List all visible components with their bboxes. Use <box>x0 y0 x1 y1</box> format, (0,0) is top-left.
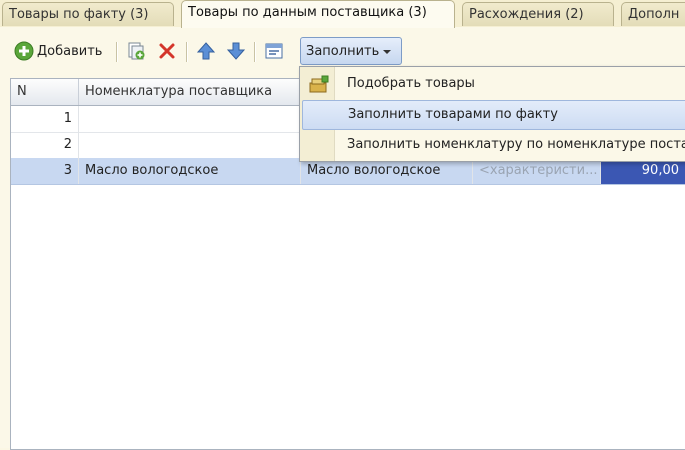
tab-label: Товары по данным поставщика (3) <box>188 5 427 20</box>
tab-label: Товары по факту (3) <box>9 7 149 22</box>
tab-goods-actual[interactable]: Товары по факту (3) <box>2 2 174 26</box>
menu-item-fill-by-nomenclature[interactable]: Заполнить номенклатуру по номенклатуре п… <box>300 130 685 160</box>
tab-goods-supplier[interactable]: Товары по данным поставщика (3) <box>181 0 455 28</box>
move-down-button[interactable] <box>226 39 246 63</box>
tab-label: Расхождения (2) <box>469 7 584 22</box>
column-header-supplier-item[interactable]: Номенклатура поставщика <box>79 79 301 105</box>
add-button[interactable]: Добавить <box>14 39 102 63</box>
column-header-n[interactable]: N <box>11 79 79 105</box>
menu-item-fill-actual[interactable]: Заполнить товарами по факту <box>302 100 685 130</box>
supplier-item-cell[interactable] <box>79 106 301 132</box>
list-settings-icon <box>265 43 283 59</box>
tab-bar: Товары по факту (3) Товары по данным пос… <box>0 0 685 28</box>
fill-dropdown-button[interactable]: Заполнить <box>300 37 402 65</box>
delete-button[interactable] <box>158 39 176 63</box>
menu-item-pick-goods[interactable]: Подобрать товары <box>300 69 685 99</box>
pick-goods-icon <box>309 75 329 93</box>
menu-item-label: Заполнить номенклатуру по номенклатуре п… <box>347 137 685 152</box>
toolbar-separator <box>254 42 256 62</box>
arrow-up-icon <box>196 42 216 60</box>
add-button-label: Добавить <box>37 43 103 59</box>
fill-dropdown-menu: Подобрать товары Заполнить товарами по ф… <box>299 66 685 162</box>
chevron-down-icon <box>383 50 392 54</box>
supplier-item-cell[interactable]: Масло вологодское <box>79 158 301 184</box>
toolbar-separator <box>116 42 118 62</box>
move-up-button[interactable] <box>196 39 216 63</box>
tab-additional[interactable]: Дополн <box>621 2 685 26</box>
toolbar: Добавить Заполнить <box>10 37 685 67</box>
menu-item-label: Заполнить товарами по факту <box>348 107 558 122</box>
row-number: 1 <box>11 106 79 132</box>
toolbar-separator <box>186 42 188 62</box>
copy-icon <box>128 42 145 60</box>
delete-icon <box>159 43 175 59</box>
table-row-selected[interactable]: 3 Масло вологодское Масло вологодское <х… <box>11 158 685 185</box>
fill-button-label: Заполнить <box>306 43 380 59</box>
add-icon <box>14 41 34 61</box>
menu-item-label: Подобрать товары <box>347 76 475 91</box>
settings-button[interactable] <box>264 39 284 63</box>
arrow-down-icon <box>226 42 246 60</box>
tab-discrepancies[interactable]: Расхождения (2) <box>462 2 614 26</box>
supplier-item-cell[interactable] <box>79 132 301 158</box>
row-number: 3 <box>11 158 79 184</box>
row-number: 2 <box>11 132 79 158</box>
copy-button[interactable] <box>126 39 146 63</box>
tab-label: Дополн <box>628 7 680 22</box>
